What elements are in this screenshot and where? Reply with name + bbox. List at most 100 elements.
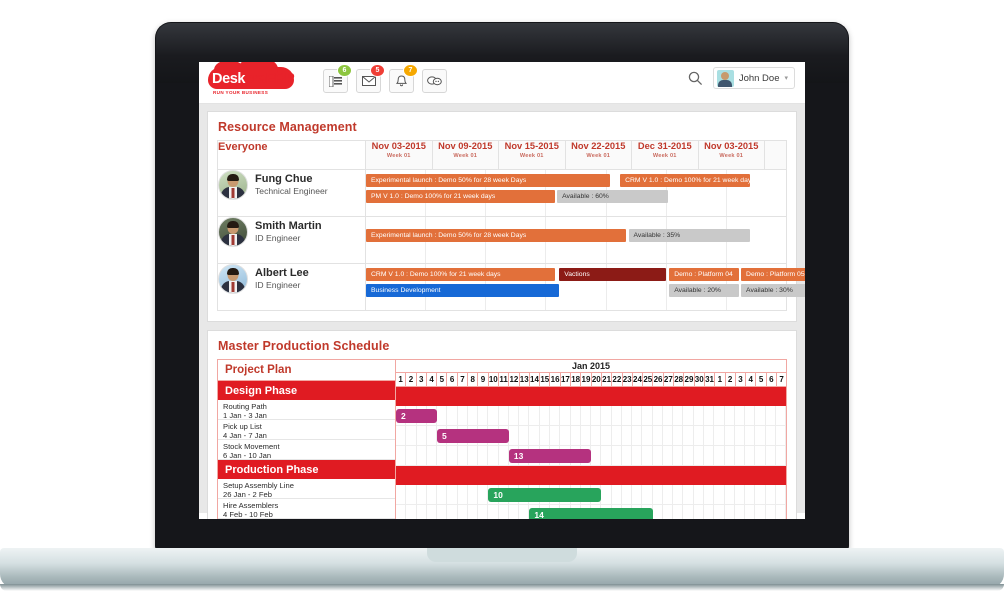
person-role: ID Engineer <box>255 233 322 244</box>
person-cell[interactable]: Fung ChueTechnical Engineer <box>218 170 366 217</box>
person-role: ID Engineer <box>255 280 309 291</box>
mail-icon[interactable]: 5 <box>356 69 381 93</box>
mps-day-31[interactable]: 31 <box>705 373 715 386</box>
mps-day-11[interactable]: 11 <box>499 373 509 386</box>
mps-day-28[interactable]: 28 <box>674 373 684 386</box>
week-col-4-date: Dec 31-2015 <box>632 141 698 152</box>
week-col-1[interactable]: Nov 09-2015 Week 01 <box>432 141 499 170</box>
mps-day-24[interactable]: 24 <box>633 373 643 386</box>
list-icon[interactable]: 6 <box>323 69 348 93</box>
resource-bar[interactable]: Experimental launch : Demo 50% for 28 we… <box>366 174 610 187</box>
mps-day-18[interactable]: 18 <box>571 373 581 386</box>
mps-day-25[interactable]: 25 <box>643 373 653 386</box>
master-production-schedule-panel: Master Production Schedule Project Plan … <box>207 330 797 519</box>
mps-day-4[interactable]: 4 <box>427 373 437 386</box>
task-label[interactable]: Stock Movement6 Jan - 10 Jan <box>218 440 395 460</box>
gantt-bar[interactable]: 13 <box>509 449 591 463</box>
search-icon[interactable] <box>687 69 705 87</box>
mps-day-15[interactable]: 15 <box>540 373 550 386</box>
mps-day-8[interactable]: 8 <box>468 373 478 386</box>
person-cell[interactable]: Smith MartinID Engineer <box>218 217 366 264</box>
bell-icon[interactable]: 7 <box>389 69 414 93</box>
gantt-bar[interactable]: 5 <box>437 429 509 443</box>
mps-day-37[interactable]: 6 <box>767 373 777 386</box>
week-col-5[interactable]: Nov 03-2015 Week 01 <box>698 141 765 170</box>
mps-day-30[interactable]: 30 <box>695 373 705 386</box>
mps-day-22[interactable]: 22 <box>612 373 622 386</box>
week-col-0[interactable]: Nov 03-2015 Week 01 <box>366 141 433 170</box>
resource-bar[interactable]: Vactions <box>559 268 666 281</box>
resource-bar[interactable]: Demo : Platform 04 <box>669 268 738 281</box>
person-cell[interactable]: Albert LeeID Engineer <box>218 264 366 311</box>
mps-day-34[interactable]: 3 <box>736 373 746 386</box>
resource-bar[interactable]: Available : 30% <box>741 284 805 297</box>
mps-day-20[interactable]: 20 <box>592 373 602 386</box>
laptop-base-shadow <box>0 584 1004 591</box>
mps-day-3[interactable]: 3 <box>417 373 427 386</box>
resource-lane-cell: Experimental launch : Demo 50% for 28 we… <box>366 170 787 217</box>
mps-day-33[interactable]: 2 <box>726 373 736 386</box>
person-name: Fung Chue <box>255 173 328 186</box>
mps-day-10[interactable]: 10 <box>489 373 499 386</box>
week-col-4[interactable]: Dec 31-2015 Week 01 <box>632 141 699 170</box>
page-title: Resource Management <box>218 120 787 134</box>
resource-bar-label: Demo : Platform 04 <box>669 268 733 281</box>
resource-bar[interactable]: Available : 20% <box>669 284 738 297</box>
resource-bar[interactable]: Demo : Platform 05 <box>741 268 805 281</box>
task-label[interactable]: Routing Path1 Jan - 3 Jan <box>218 400 395 420</box>
mps-day-17[interactable]: 17 <box>561 373 571 386</box>
deskera-erp-logo[interactable]: DeskeraERP RUN YOUR BUSINESS <box>208 66 320 100</box>
person-role: Technical Engineer <box>255 186 328 197</box>
resource-bar[interactable]: Available : 60% <box>557 190 668 203</box>
week-col-0-date: Nov 03-2015 <box>366 141 432 152</box>
resource-bar[interactable]: Experimental launch : Demo 50% for 28 we… <box>366 229 626 242</box>
mps-day-23[interactable]: 23 <box>623 373 633 386</box>
mps-day-14[interactable]: 14 <box>530 373 540 386</box>
screenshot-stage: DeskeraERP RUN YOUR BUSINESS 6 5 <box>0 0 1004 591</box>
resource-bar[interactable]: Business Development <box>366 284 559 297</box>
resource-bar[interactable]: Available : 35% <box>629 229 751 242</box>
mps-day-1[interactable]: 1 <box>396 373 406 386</box>
resource-bar[interactable]: PM V 1.0 : Demo 100% for 21 week days <box>366 190 555 203</box>
phase-row-timeline <box>396 466 786 485</box>
mps-day-36[interactable]: 5 <box>756 373 766 386</box>
week-col-1-date: Nov 09-2015 <box>433 141 499 152</box>
week-col-pad <box>765 141 787 170</box>
avatar <box>218 264 248 294</box>
gantt-bar[interactable]: 2 <box>396 409 437 423</box>
mps-day-2[interactable]: 2 <box>406 373 416 386</box>
mps-day-12[interactable]: 12 <box>509 373 519 386</box>
app-body: Resource Management Everyone Nov 03-2015… <box>199 104 805 513</box>
mps-day-26[interactable]: 26 <box>653 373 663 386</box>
mps-timeline: Jan 2015 1234567891011121314151617181920… <box>396 360 786 519</box>
gantt-bar[interactable]: 10 <box>488 488 601 502</box>
mps-day-7[interactable]: 7 <box>458 373 468 386</box>
mps-day-6[interactable]: 6 <box>447 373 457 386</box>
task-label[interactable]: Pick up List4 Jan - 7 Jan <box>218 420 395 440</box>
week-col-3[interactable]: Nov 22-2015 Week 01 <box>565 141 632 170</box>
resource-bar[interactable]: CRM V 1.0 : Demo 100% for 21 week days <box>620 174 750 187</box>
mps-day-9[interactable]: 9 <box>478 373 488 386</box>
mps-day-38[interactable]: 7 <box>777 373 786 386</box>
gantt-bar[interactable]: 14 <box>529 508 652 520</box>
mps-day-27[interactable]: 27 <box>664 373 674 386</box>
mps-day-16[interactable]: 16 <box>550 373 560 386</box>
task-name: Setup Assembly Line <box>223 481 395 490</box>
task-label[interactable]: Hire Assemblers4 Feb - 10 Feb <box>218 499 395 519</box>
table-row: Smith MartinID EngineerExperimental laun… <box>218 217 787 264</box>
mps-day-21[interactable]: 21 <box>602 373 612 386</box>
chat-icon[interactable] <box>422 69 447 93</box>
mps-day-13[interactable]: 13 <box>520 373 530 386</box>
user-menu[interactable]: John Doe ▾ <box>713 67 795 89</box>
mps-day-32[interactable]: 1 <box>715 373 725 386</box>
mps-day-5[interactable]: 5 <box>437 373 447 386</box>
task-label[interactable]: Setup Assembly Line26 Jan - 2 Feb <box>218 479 395 499</box>
mps-day-35[interactable]: 4 <box>746 373 756 386</box>
gantt-bar-label: 5 <box>442 431 447 441</box>
mps-day-19[interactable]: 19 <box>581 373 591 386</box>
resource-bar-label: Experimental launch : Demo 50% for 28 we… <box>366 174 526 187</box>
mps-day-29[interactable]: 29 <box>684 373 694 386</box>
week-col-2[interactable]: Nov 15-2015 Week 01 <box>499 141 566 170</box>
resource-bar[interactable]: CRM V 1.0 : Demo 100% for 21 week days <box>366 268 555 281</box>
resource-bar-label: PM V 1.0 : Demo 100% for 21 week days <box>366 190 495 203</box>
